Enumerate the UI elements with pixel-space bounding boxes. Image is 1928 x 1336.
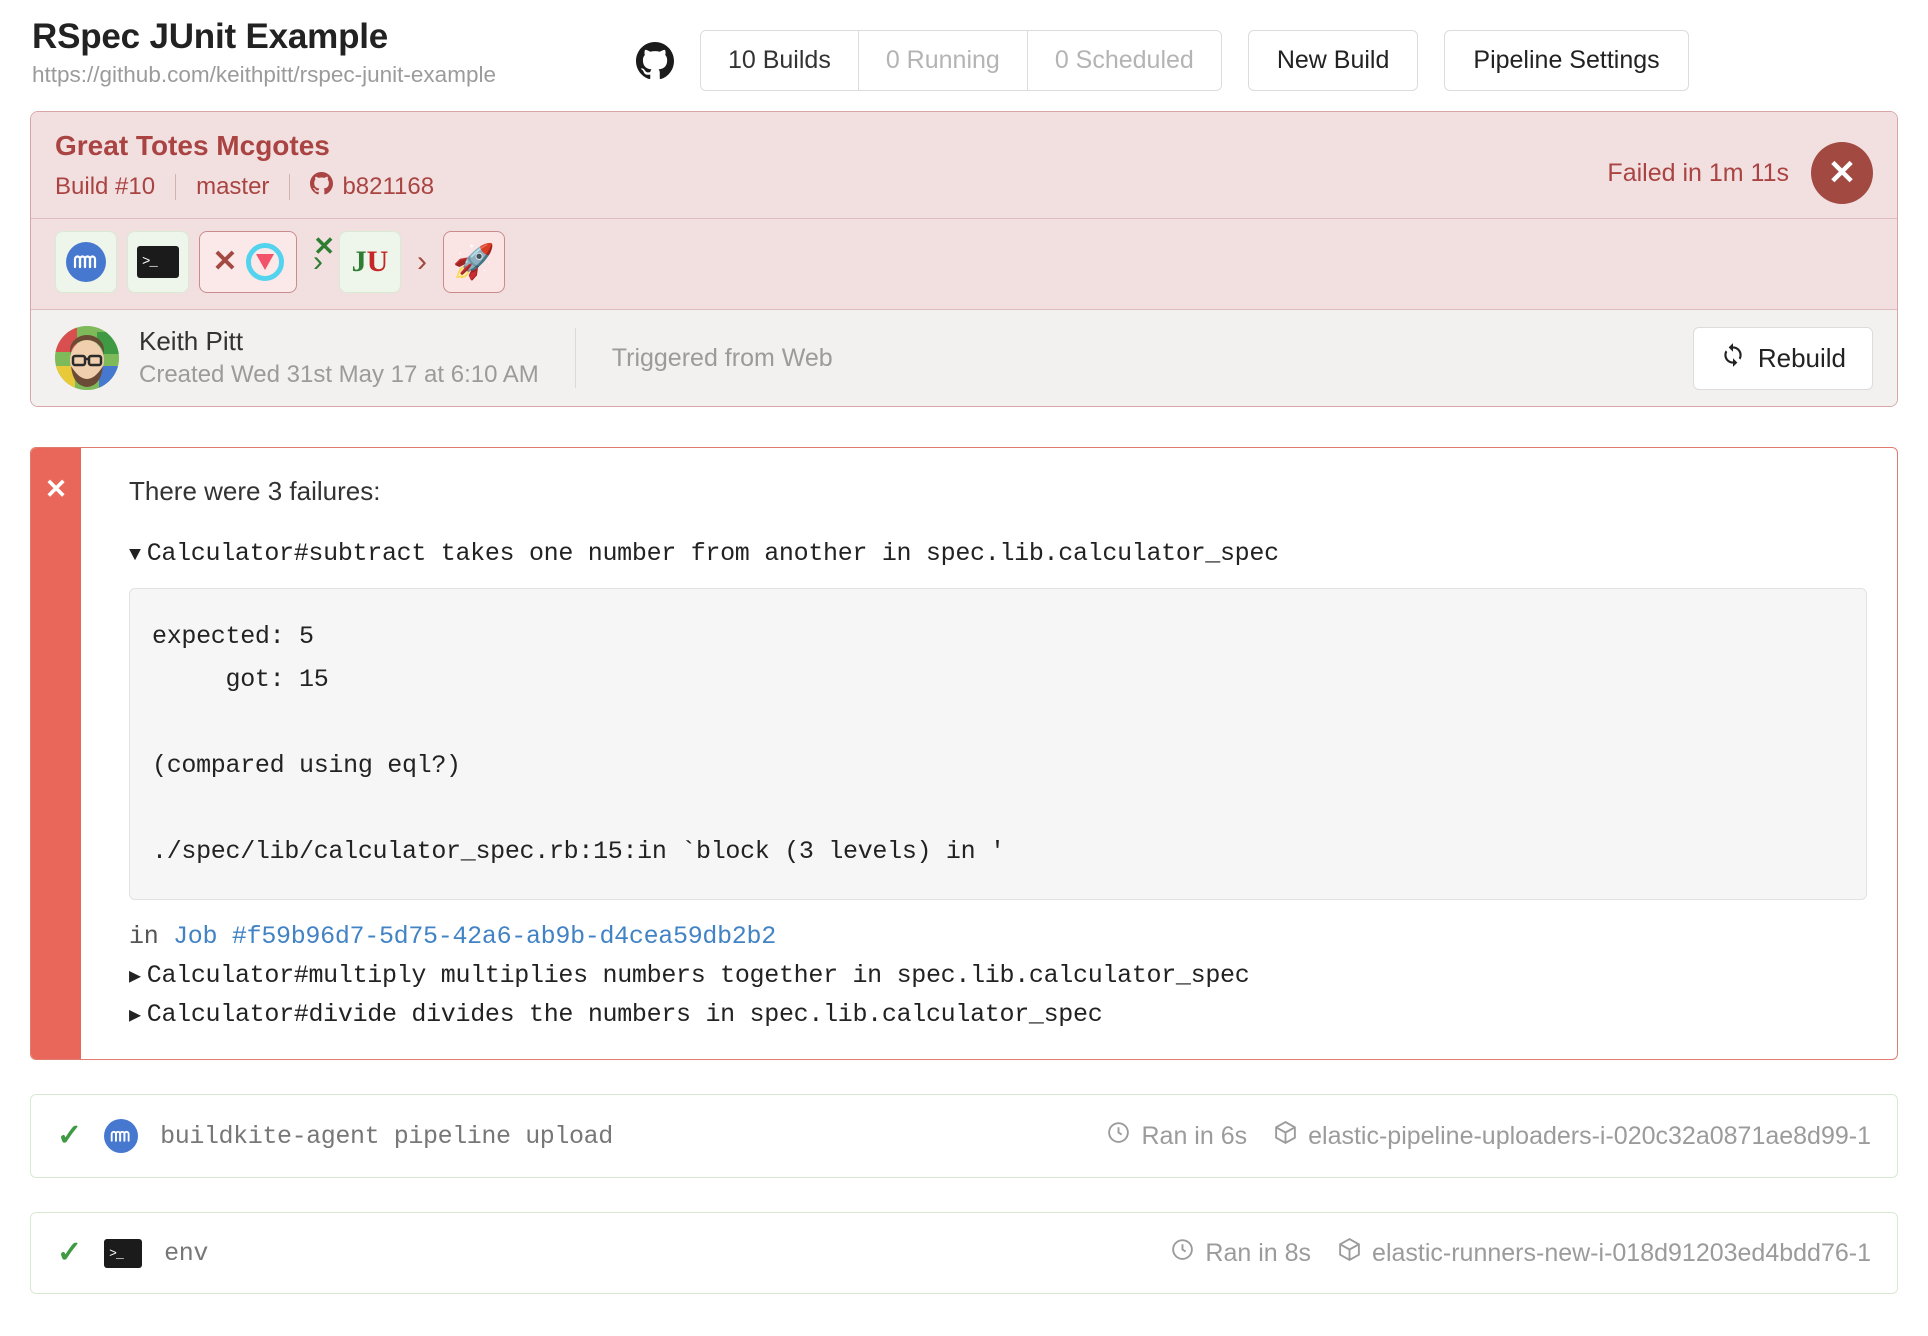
clock-icon	[1170, 1237, 1195, 1269]
terminal-icon: >_	[137, 246, 179, 278]
new-build-button[interactable]: New Build	[1248, 30, 1419, 91]
build-duration: Failed in 1m 11s	[1607, 159, 1789, 188]
job-link[interactable]: Job #f59b96d7-5d75-42a6-ab9b-d4cea59db2b…	[173, 922, 776, 951]
chevron-right-icon[interactable]: ▶	[129, 1002, 141, 1028]
x-icon: ✕	[31, 448, 81, 1059]
failures-body: There were 3 failures: ▼ Calculator#subtr…	[81, 448, 1897, 1059]
failure-title: Calculator#subtract takes one number fro…	[147, 539, 1279, 568]
check-icon: ✓	[57, 1238, 82, 1268]
build-message[interactable]: Great Totes Mcgotes	[55, 130, 1873, 162]
job-label: env	[164, 1239, 208, 1268]
creator-created-at: Created Wed 31st May 17 at 6:10 AM	[139, 361, 539, 389]
failure-title: Calculator#multiply multiplies numbers t…	[147, 961, 1250, 990]
junit-icon: JU	[352, 245, 389, 279]
creator-info: Keith Pitt Created Wed 31st May 17 at 6:…	[139, 327, 539, 388]
creator-divider	[575, 328, 576, 388]
job-agent-label: elastic-pipeline-uploaders-i-020c32a0871…	[1308, 1122, 1871, 1151]
commit-sha: b821168	[342, 173, 434, 201]
rebuild-label: Rebuild	[1758, 343, 1846, 374]
terminal-icon: >_	[104, 1239, 142, 1268]
refresh-icon	[1720, 342, 1746, 375]
ruby-gem-shape	[256, 254, 274, 270]
cube-icon	[1337, 1237, 1362, 1269]
build-creator-row: Keith Pitt Created Wed 31st May 17 at 6:…	[31, 310, 1897, 406]
job-duration-label: Ran in 6s	[1141, 1122, 1247, 1151]
job-meta: Ran in 6s elastic-pipeline-uploaders-i-0…	[1106, 1120, 1871, 1152]
job-agent: elastic-runners-new-i-018d91203ed4bdd76-…	[1337, 1237, 1871, 1269]
chevron-right-icon[interactable]: ▶	[129, 963, 141, 989]
failure-job-reference: in Job #f59b96d7-5d75-42a6-ab9b-d4cea59d…	[129, 922, 1867, 951]
github-icon	[310, 172, 333, 202]
build-branch[interactable]: master	[196, 173, 269, 201]
job-row[interactable]: ✓ buildkite-agent pipeline upload Ran in…	[30, 1094, 1898, 1178]
build-filter-segments: 10 Builds 0 Running 0 Scheduled	[700, 30, 1222, 91]
failure-item-expanded[interactable]: ▼ Calculator#subtract takes one number fr…	[129, 539, 1867, 568]
job-agent: elastic-pipeline-uploaders-i-020c32a0871…	[1273, 1120, 1871, 1152]
build-trigger-source: Triggered from Web	[612, 344, 833, 373]
job-meta: Ran in 8s elastic-runners-new-i-018d9120…	[1170, 1237, 1871, 1269]
step-env[interactable]: >_	[127, 231, 189, 293]
page-header: RSpec JUnit Example https://github.com/k…	[30, 0, 1898, 105]
check-icon: ✓	[57, 1121, 82, 1151]
job-prefix: in	[129, 922, 173, 951]
failure-item-collapsed[interactable]: ▶Calculator#multiply multiplies numbers …	[129, 961, 1867, 990]
step-buildkite-agent[interactable]	[55, 231, 117, 293]
pipeline-title-block: RSpec JUnit Example https://github.com/k…	[30, 18, 496, 87]
meta-divider	[175, 174, 176, 200]
x-icon: ✕	[212, 247, 237, 277]
segment-running[interactable]: 0 Running	[859, 31, 1028, 90]
chevron-right-icon: ›	[411, 247, 433, 277]
x-icon: ✕	[313, 233, 335, 259]
failure-title: Calculator#divide divides the numbers in…	[147, 1000, 1103, 1029]
pipeline-settings-button[interactable]: Pipeline Settings	[1444, 30, 1688, 91]
build-page: RSpec JUnit Example https://github.com/k…	[0, 0, 1928, 1294]
buildkite-logo-icon	[66, 242, 106, 282]
creator-name: Keith Pitt	[139, 327, 539, 357]
failure-item-collapsed[interactable]: ▶Calculator#divide divides the numbers i…	[129, 1000, 1867, 1029]
segment-builds[interactable]: 10 Builds	[701, 31, 859, 90]
buildkite-logo-icon	[104, 1119, 138, 1153]
clock-icon	[1106, 1120, 1131, 1152]
header-actions: 10 Builds 0 Running 0 Scheduled New Buil…	[636, 30, 1689, 91]
job-row[interactable]: ✓ >_ env Ran in 8s elastic-runners-new-i…	[30, 1212, 1898, 1294]
meta-divider	[289, 174, 290, 200]
rebuild-button[interactable]: Rebuild	[1693, 327, 1873, 390]
build-header-left: Great Totes Mcgotes Build #10 master b82…	[55, 130, 1873, 202]
page-title: RSpec JUnit Example	[32, 18, 496, 57]
job-label: buildkite-agent pipeline upload	[160, 1122, 613, 1151]
segment-scheduled[interactable]: 0 Scheduled	[1028, 31, 1221, 90]
chevron-down-icon[interactable]: ▼	[129, 544, 141, 567]
job-duration-label: Ran in 8s	[1205, 1239, 1311, 1268]
build-number[interactable]: Build #10	[55, 173, 155, 201]
build-header: Great Totes Mcgotes Build #10 master b82…	[31, 112, 1897, 219]
build-status-block: Failed in 1m 11s ✕	[1607, 142, 1873, 204]
github-icon	[636, 42, 674, 80]
ruby-icon	[246, 243, 284, 281]
job-type-icon: >_	[104, 1239, 142, 1268]
chevron-right-icon: ›✕	[307, 247, 329, 277]
rocket-icon: 🚀	[453, 245, 495, 279]
failure-output-code: expected: 5 got: 15 (compared using eql?…	[129, 588, 1867, 900]
step-rspec[interactable]: ✕	[199, 231, 297, 293]
step-junit-annotate[interactable]: JU	[339, 231, 401, 293]
failures-heading: There were 3 failures:	[129, 476, 1867, 507]
job-type-icon	[104, 1119, 138, 1153]
job-duration: Ran in 8s	[1170, 1237, 1311, 1269]
cube-icon	[1273, 1120, 1298, 1152]
build-meta: Build #10 master b821168	[55, 172, 1873, 202]
build-summary-panel: Great Totes Mcgotes Build #10 master b82…	[30, 111, 1898, 407]
failures-panel: ✕ There were 3 failures: ▼ Calculator#sub…	[30, 447, 1898, 1060]
job-agent-label: elastic-runners-new-i-018d91203ed4bdd76-…	[1372, 1239, 1871, 1268]
avatar	[55, 326, 119, 390]
x-circle-icon: ✕	[1811, 142, 1873, 204]
pipeline-steps: >_ ✕ ›✕ JU › 🚀	[31, 219, 1897, 310]
step-deploy[interactable]: 🚀	[443, 231, 505, 293]
repository-url[interactable]: https://github.com/keithpitt/rspec-junit…	[32, 63, 496, 88]
job-duration: Ran in 6s	[1106, 1120, 1247, 1152]
build-commit[interactable]: b821168	[310, 172, 434, 202]
